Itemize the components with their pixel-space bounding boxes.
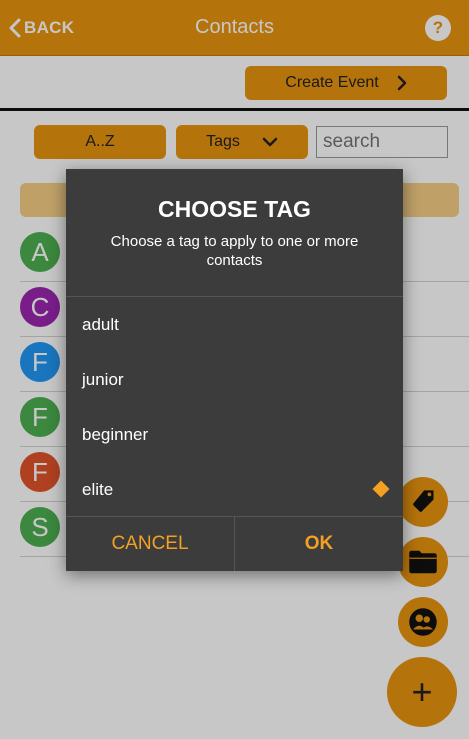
tag-option-list: adult junior beginner elite [66,296,403,517]
dialog-subtitle: Choose a tag to apply to one or more con… [110,233,359,269]
dialog-title: CHOOSE TAG [158,196,311,222]
tag-option-label: beginner [82,425,149,444]
cancel-button[interactable]: CANCEL [66,517,235,571]
ok-button[interactable]: OK [235,517,403,571]
selected-diamond-icon [372,480,390,498]
choose-tag-dialog: CHOOSE TAG Choose a tag to apply to one … [66,169,403,571]
tag-option-beginner[interactable]: beginner [66,407,403,462]
tag-option-junior[interactable]: junior [66,352,403,407]
tag-option-label: junior [82,370,124,389]
tag-option-elite[interactable]: elite [66,462,403,517]
tag-option-label: elite [82,480,114,499]
tag-option-label: adult [82,315,119,334]
tag-option-adult[interactable]: adult [66,297,403,352]
dialog-actions: CANCEL OK [66,516,403,571]
